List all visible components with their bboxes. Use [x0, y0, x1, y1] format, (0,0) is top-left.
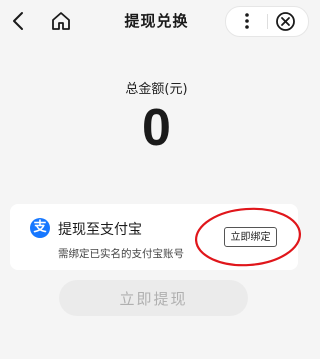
total-amount-value: 0 — [142, 99, 171, 157]
withdraw-method-card: 支 提现至支付宝 需绑定已实名的支付宝账号 立即绑定 — [10, 204, 298, 270]
top-bar: 提现兑换 — [0, 0, 313, 44]
capsule-menu — [225, 6, 309, 37]
withdraw-now-button[interactable]: 立即提现 — [59, 280, 248, 316]
capsule-divider — [267, 14, 268, 29]
close-circle-icon[interactable] — [274, 10, 297, 33]
total-amount-label: 总金额(元) — [125, 82, 188, 97]
withdraw-method-subtitle: 需绑定已实名的支付宝账号 — [58, 248, 184, 260]
alipay-icon: 支 — [30, 218, 50, 238]
more-vertical-icon[interactable] — [236, 10, 258, 32]
bind-now-button[interactable]: 立即绑定 — [224, 227, 277, 247]
withdraw-method-title: 提现至支付宝 — [58, 222, 142, 238]
